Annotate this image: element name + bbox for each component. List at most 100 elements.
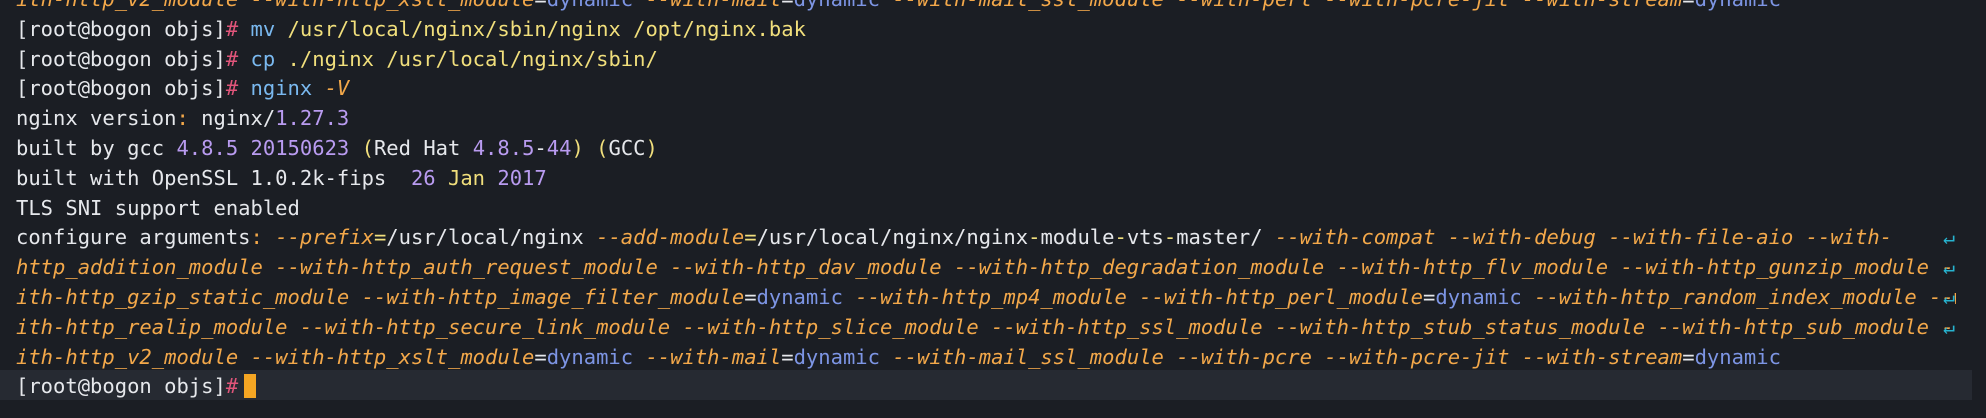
equals: = [781,344,794,369]
command-args: ./nginx /usr/local/nginx/sbin/ [275,46,658,71]
output-gcc: built by gcc 4.8.5 20150623 (Red Hat 4.8… [16,134,1956,164]
config-path: - [1028,225,1041,250]
output-text: built by gcc [16,135,177,160]
config-arg: --add-module [596,225,745,250]
shell-prompt: [root@bogon objs] [16,46,226,71]
paren: ( [349,135,374,160]
active-prompt-line[interactable]: [root@bogon objs]# [16,372,1956,402]
command-name: mv [250,16,276,41]
prompt-hash: # [225,374,239,399]
config-arg: --with-http_mp4_module --with-http_perl_… [842,284,1424,309]
paren: ) [571,135,597,160]
config-arg: --with-pcre-jit [1312,0,1509,11]
output-tls: TLS SNI support enabled [16,195,300,220]
config-arg: http_addition_module --with-http_auth_re… [16,255,1956,280]
output-colon: : [176,106,202,131]
version-number: 4.8.5 [176,135,239,160]
equals: = [373,225,387,250]
command-line-cp: [root@bogon objs]# cp ./nginx /usr/local… [16,45,1956,75]
config-arg: --with-mail_ssl_module [880,0,1164,11]
equals: = [744,225,757,250]
config-arg: --with-http_random_index_module --w [1521,284,1956,309]
shell-prompt: [root@bogon objs] [16,374,226,399]
shell-prompt: [root@bogon objs] [16,76,226,101]
terminal-line-clipped: ith-http_v2_module --with-http_xslt_modu… [16,0,1956,15]
output-label: configure arguments [16,225,251,250]
command-line-nginx: [root@bogon objs]# nginx -V [16,74,1956,104]
output-configure-line-5: ith-http_v2_module --with-http_xslt_modu… [16,343,1956,373]
date-number: 26 [410,165,436,190]
date-month: Jan [435,165,486,190]
command-name: cp [250,46,276,71]
config-arg: --with-mail_ssl_module --with-pcre --wit… [879,344,1683,369]
version-number: 44 [546,135,572,160]
equals: = [1423,284,1436,309]
version-number: 1.27.3 [275,106,350,131]
config-value: dynamic [1435,284,1522,309]
output-text: built with OpenSSL 1.0.2k-fips [16,165,411,190]
wrap-marker-icon: ↵ [1942,314,1956,339]
config-value: dynamic [756,284,843,309]
config-path: - [1114,225,1127,250]
command-args: /usr/local/nginx/sbin/nginx /opt/nginx.b… [275,16,806,41]
output-label: nginx version [16,106,177,131]
prompt-hash: # [225,76,239,101]
config-value: dynamic [546,344,634,369]
config-value: dynamic [547,0,633,11]
config-arg: ith-http_v2_module [16,0,251,11]
config-path: module [1040,225,1115,250]
output-configure-line-3: ith-http_gzip_static_module --with-http_… [16,283,1956,313]
config-path: vts [1126,225,1164,250]
wrap-marker-icon: ↵ [1942,225,1956,250]
config-value: dynamic [794,0,880,11]
output-text: - [534,135,547,160]
output-configure-line-2: http_addition_module --with-http_auth_re… [16,253,1956,283]
paren: ( [596,135,609,160]
output-text: GCC [608,135,646,160]
config-arg: ith-http_realip_module --with-http_secur… [16,314,1956,339]
prompt-hash: # [225,16,239,41]
equals: = [744,284,757,309]
config-value: dynamic [1694,344,1781,369]
prompt-hash: # [225,46,239,71]
output-text: nginx/ [201,106,276,131]
config-arg: --with-stream [1509,0,1682,11]
output-openssl: built with OpenSSL 1.0.2k-fips 26 Jan 20… [16,164,1956,194]
output-version: nginx version: nginx/1.27.3 [16,104,1956,134]
output-text: Red Hat [373,135,473,160]
equals: = [781,0,793,11]
config-arg: --prefix [275,225,374,250]
paren: ) [645,135,658,160]
command-name: nginx [250,76,313,101]
config-value: dynamic [793,344,880,369]
config-arg: --with-http_xslt_module [251,0,535,11]
version-number: 20150623 [238,135,350,160]
config-path: /usr/local/nginx/nginx [756,225,1029,250]
config-arg: ith-http_v2_module --with-http_xslt_modu… [16,344,535,369]
equals: = [1682,344,1695,369]
output-configure-line-4: ith-http_realip_module --with-http_secur… [16,313,1956,343]
output-configure-line-1: configure arguments: --prefix=/usr/local… [16,223,1956,253]
wrap-marker-icon: ↵ [1942,284,1956,309]
config-arg: --with-perl [1164,0,1312,11]
equals: = [534,344,547,369]
wrap-marker-icon: ↵ [1942,255,1956,280]
output-colon: : [250,225,276,250]
shell-prompt: [root@bogon objs] [16,16,226,41]
text-cursor[interactable] [244,374,257,399]
equals: = [534,0,546,11]
config-path: - [1163,225,1177,250]
command-line-mv: [root@bogon objs]# mv /usr/local/nginx/s… [16,15,1956,45]
terminal-output[interactable]: ith-http_v2_module --with-http_xslt_modu… [16,0,1956,402]
command-flag: -V [324,76,350,101]
config-arg: ith-http_gzip_static_module --with-http_… [16,284,745,309]
terminal-window[interactable]: ith-http_v2_module --with-http_xslt_modu… [0,0,1986,418]
config-arg: --with-compat --with-debug --with-file-a… [1274,225,1893,250]
date-number: 2017 [485,165,547,190]
config-path: master/ [1176,225,1275,250]
config-arg: --with-mail [633,0,781,11]
config-arg: --with-mail [633,344,782,369]
config-path: /usr/local/nginx [386,225,597,250]
config-value: dynamic [1695,0,1781,11]
equals: = [1682,0,1694,11]
